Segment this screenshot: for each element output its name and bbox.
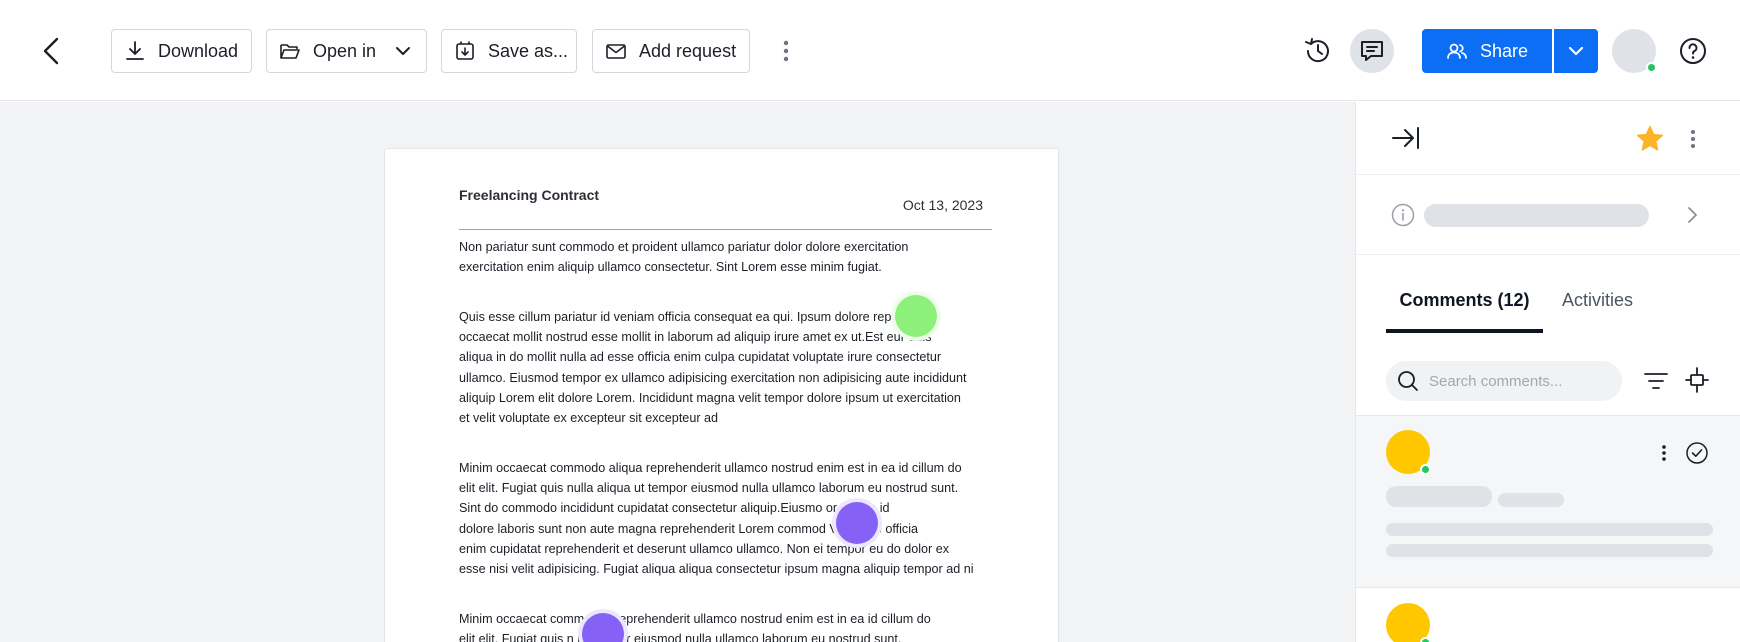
users-icon xyxy=(1447,43,1467,59)
online-status-indicator xyxy=(1420,464,1431,475)
collaborator-cursor xyxy=(832,498,882,548)
download-button[interactable]: Download xyxy=(111,29,252,73)
more-options-button[interactable] xyxy=(776,38,796,64)
save-as-icon xyxy=(454,40,476,62)
chevron-left-icon xyxy=(43,37,59,65)
share-options-button[interactable] xyxy=(1554,29,1598,73)
save-as-label: Save as... xyxy=(488,40,569,61)
share-label: Share xyxy=(1479,40,1529,61)
chevron-down-icon xyxy=(1568,46,1584,56)
sort-button[interactable] xyxy=(1682,365,1712,395)
mail-icon xyxy=(605,40,627,62)
collapse-panel-button[interactable] xyxy=(1391,123,1421,153)
share-button[interactable]: Share xyxy=(1422,29,1552,73)
tab-comments[interactable]: Comments (12) xyxy=(1386,282,1543,333)
help-icon xyxy=(1680,38,1706,64)
add-request-button[interactable]: Add request xyxy=(592,29,750,73)
panel-tabs: Comments (12) Activities xyxy=(1386,282,1716,333)
favorite-button[interactable] xyxy=(1634,123,1666,155)
document-paragraph: Minim occaecat comm iqua reprehenderit u… xyxy=(459,612,931,642)
comments-panel: Comments (12) Activities xyxy=(1355,102,1740,642)
back-button[interactable] xyxy=(36,34,66,68)
document-paragraph: Non pariatur sunt commodo et proident ul… xyxy=(459,240,909,275)
info-icon xyxy=(1391,203,1415,227)
folder-open-icon xyxy=(279,40,301,62)
comments-toggle-button[interactable] xyxy=(1350,29,1394,73)
document-title: Freelancing Contract xyxy=(459,187,600,203)
more-vertical-icon xyxy=(1691,130,1695,148)
star-icon xyxy=(1636,125,1664,151)
comment-item[interactable] xyxy=(1356,415,1740,588)
document-date: Oct 13, 2023 xyxy=(902,197,983,213)
add-request-label: Add request xyxy=(639,40,737,61)
comment-text-placeholder xyxy=(1386,544,1713,557)
document-page[interactable]: Freelancing Contract Oct 13, 2023 Non pa… xyxy=(384,148,1059,642)
comment-author-avatar xyxy=(1386,430,1431,475)
app-window: Download Open in Save as... Add request xyxy=(0,0,1740,642)
panel-more-button[interactable] xyxy=(1683,126,1703,152)
filter-icon xyxy=(1644,373,1668,389)
title-divider xyxy=(459,229,992,230)
panel-header xyxy=(1356,102,1740,175)
comment-more-button[interactable] xyxy=(1654,443,1674,463)
check-circle-icon[interactable] xyxy=(1685,441,1709,465)
share-button-group: Share xyxy=(1422,29,1598,73)
info-placeholder xyxy=(1424,204,1649,227)
download-icon xyxy=(124,40,146,62)
open-in-button[interactable]: Open in xyxy=(266,29,427,73)
document-info-row[interactable] xyxy=(1356,176,1740,255)
save-as-button[interactable]: Save as... xyxy=(441,29,577,73)
top-toolbar: Download Open in Save as... Add request xyxy=(0,0,1740,101)
comment-author-placeholder xyxy=(1386,486,1492,507)
document-canvas[interactable]: Freelancing Contract Oct 13, 2023 Non pa… xyxy=(0,102,1355,642)
download-label: Download xyxy=(158,40,239,61)
comment-text-placeholder xyxy=(1386,523,1713,536)
help-button[interactable] xyxy=(1678,36,1708,66)
history-icon xyxy=(1305,38,1329,63)
comment-item[interactable] xyxy=(1356,589,1740,642)
user-avatar[interactable] xyxy=(1612,29,1657,73)
comment-search[interactable] xyxy=(1386,361,1622,401)
more-vertical-icon xyxy=(783,40,789,62)
open-in-label: Open in xyxy=(313,40,377,61)
tab-activities[interactable]: Activities xyxy=(1562,282,1682,333)
collapse-panel-icon xyxy=(1392,127,1419,149)
more-vertical-icon xyxy=(1662,445,1666,461)
chevron-down-icon xyxy=(396,47,410,55)
comment-time-placeholder xyxy=(1498,493,1564,507)
filter-button[interactable] xyxy=(1642,367,1670,395)
search-icon xyxy=(1398,371,1418,391)
comment-icon xyxy=(1361,41,1383,61)
search-input[interactable] xyxy=(1429,372,1609,390)
version-history-button[interactable] xyxy=(1300,33,1336,69)
sort-icon xyxy=(1685,367,1709,393)
chevron-right-icon xyxy=(1688,207,1697,223)
collaborator-cursor xyxy=(891,291,941,341)
online-status-indicator xyxy=(1420,637,1431,642)
comment-author-avatar xyxy=(1386,603,1431,642)
online-status-indicator xyxy=(1646,62,1657,73)
document-paragraph: Minim occaecat commodo aliqua reprehende… xyxy=(459,461,974,577)
